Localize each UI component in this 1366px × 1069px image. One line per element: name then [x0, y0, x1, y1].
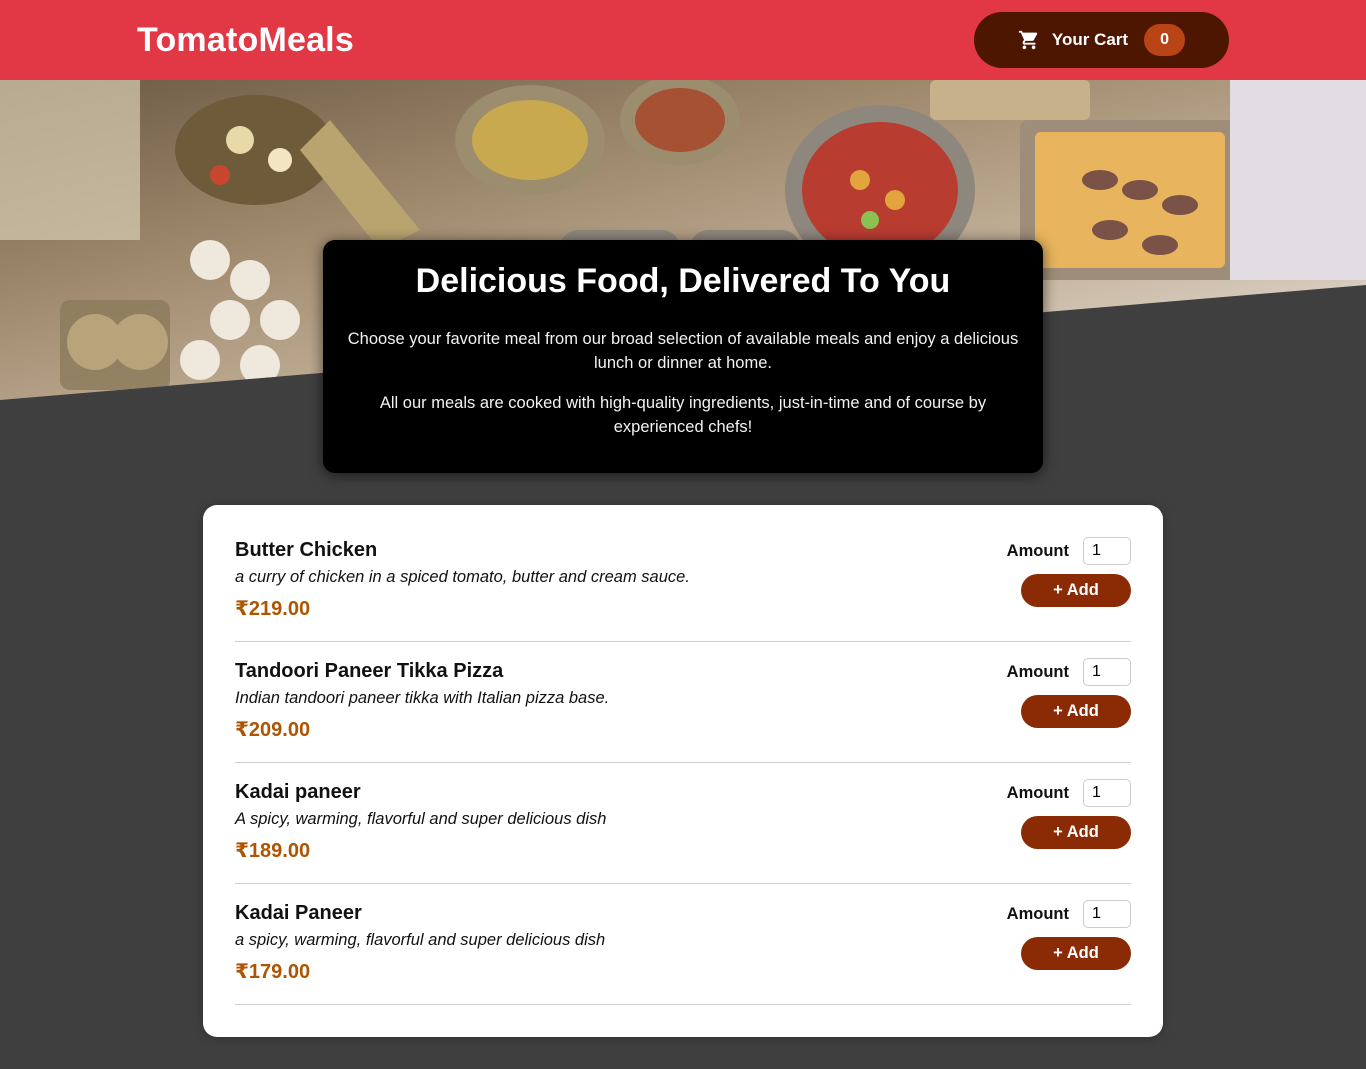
summary-title: Delicious Food, Delivered To You — [415, 262, 951, 300]
meal-price: ₹209.00 — [235, 719, 311, 741]
meal-price: ₹189.00 — [235, 840, 311, 862]
meal-name: Kadai Paneer — [235, 902, 362, 924]
cart-icon — [1018, 29, 1040, 51]
meal-description: a curry of chicken in a spiced tomato, b… — [235, 568, 690, 586]
amount-label: Amount — [1006, 541, 1069, 560]
add-to-cart-button[interactable]: + Add — [1021, 937, 1131, 970]
cart-label: Your Cart — [1051, 30, 1129, 49]
amount-input[interactable] — [1083, 779, 1131, 807]
amount-label: Amount — [1006, 904, 1069, 923]
brand-logo: TomatoMeals — [137, 20, 354, 59]
amount-input[interactable] — [1083, 537, 1131, 565]
meal-form: Amount + Add — [1003, 537, 1131, 607]
meal-name: Butter Chicken — [235, 539, 378, 561]
meal-form: Amount + Add — [1003, 779, 1131, 849]
meal-price: ₹179.00 — [235, 961, 311, 983]
add-to-cart-button[interactable]: + Add — [1021, 695, 1131, 728]
available-meals: Butter Chicken a curry of chicken in a s… — [203, 505, 1163, 1037]
amount-input[interactable] — [1083, 658, 1131, 686]
cart-count-badge: 0 — [1144, 24, 1186, 56]
meal-form: Amount + Add — [1003, 900, 1131, 970]
amount-label: Amount — [1006, 783, 1069, 802]
meal-item: Butter Chicken a curry of chicken in a s… — [235, 521, 1131, 642]
meal-item: Kadai paneer A spicy, warming, flavorful… — [235, 763, 1131, 884]
amount-label: Amount — [1006, 662, 1069, 681]
meal-name: Tandoori Paneer Tikka Pizza — [235, 660, 504, 682]
summary-paragraph: Choose your favorite meal from our broad… — [347, 330, 1019, 372]
summary-paragraph: All our meals are cooked with high-quali… — [379, 394, 987, 436]
meal-description: Indian tandoori paneer tikka with Italia… — [235, 689, 610, 707]
top-header: TomatoMeals Your Cart 0 — [0, 0, 1366, 80]
meal-form: Amount + Add — [1003, 658, 1131, 728]
meal-description: A spicy, warming, flavorful and super de… — [235, 810, 607, 828]
meal-description: a spicy, warming, flavorful and super de… — [235, 931, 606, 949]
meal-price: ₹219.00 — [235, 598, 311, 620]
meal-name: Kadai paneer — [235, 781, 361, 803]
meals-summary: Delicious Food, Delivered To You Choose … — [323, 240, 1043, 473]
cart-button[interactable]: Your Cart 0 — [974, 12, 1229, 68]
amount-input[interactable] — [1083, 900, 1131, 928]
meal-item: Tandoori Paneer Tikka Pizza Indian tando… — [235, 642, 1131, 763]
meal-item: Kadai Paneer a spicy, warming, flavorful… — [235, 884, 1131, 1005]
add-to-cart-button[interactable]: + Add — [1021, 816, 1131, 849]
add-to-cart-button[interactable]: + Add — [1021, 574, 1131, 607]
